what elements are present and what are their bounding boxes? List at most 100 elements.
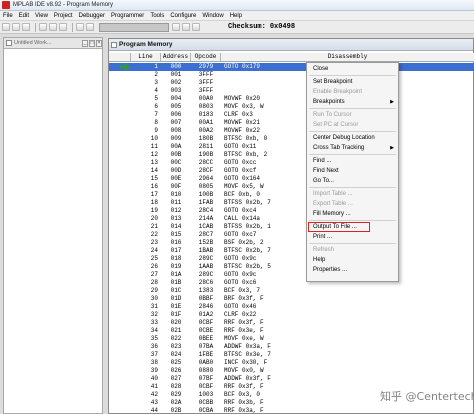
breakpoint-gutter[interactable] (109, 191, 131, 199)
breakpoint-gutter[interactable] (109, 247, 131, 255)
copy-icon[interactable] (49, 23, 57, 31)
table-row[interactable]: 27 01A 289C GOTO 0x9c (109, 271, 474, 279)
table-row[interactable]: 4 003 3FFF (109, 87, 474, 95)
breakpoint-gutter[interactable] (109, 367, 131, 375)
table-row[interactable]: 34 021 0CBE RRF 0x3e, F (109, 327, 474, 335)
breakpoint-gutter[interactable] (109, 271, 131, 279)
breakpoint-gutter[interactable] (109, 103, 131, 111)
table-row[interactable]: 12 00B 190B BTFSC 0xb, 2 (109, 151, 474, 159)
breakpoint-gutter[interactable] (109, 399, 131, 407)
table-row[interactable]: 9 008 00A2 MOVWF 0x22 (109, 127, 474, 135)
table-row[interactable]: 31 01E 2846 GOTO 0x46 (109, 303, 474, 311)
breakpoint-gutter[interactable] (109, 263, 131, 271)
context-menu-item-cross-tab-tracking[interactable]: Cross Tab Tracking ▶ (307, 143, 398, 153)
breakpoint-gutter[interactable] (109, 183, 131, 191)
table-row[interactable]: 14 00D 28CF GOTO 0xcf (109, 167, 474, 175)
open-folder-icon[interactable] (12, 23, 20, 31)
context-menu-item-breakpoints[interactable]: Breakpoints ▶ (307, 97, 398, 107)
table-row[interactable]: 44 02B 0CBA RRF 0x3a, F (109, 407, 474, 414)
breakpoint-gutter[interactable] (109, 303, 131, 311)
menu-help[interactable]: Help (227, 13, 245, 19)
breakpoint-gutter[interactable] (109, 319, 131, 327)
rebuild-icon[interactable] (182, 23, 190, 31)
context-menu-item-center-debug-location[interactable]: Center Debug Location (307, 133, 398, 143)
table-row[interactable]: 16 00F 0805 MOVF 0x5, W (109, 183, 474, 191)
column-header-opcode[interactable]: Opcode (191, 53, 221, 61)
breakpoint-gutter[interactable] (109, 287, 131, 295)
menu-tools[interactable]: Tools (147, 13, 167, 19)
table-row[interactable]: 28 01B 28C6 GOTO 0xc6 (109, 279, 474, 287)
table-row[interactable]: 3 002 3FFF (109, 79, 474, 87)
table-row[interactable]: 22 015 28C7 GOTO 0xc7 (109, 231, 474, 239)
breakpoint-gutter[interactable] (109, 79, 131, 87)
breakpoint-gutter[interactable] (109, 199, 131, 207)
context-menu-item-print[interactable]: Print ... (307, 232, 398, 242)
paste-icon[interactable] (59, 23, 67, 31)
table-row[interactable]: 15 00E 2964 GOTO 0x164 (109, 175, 474, 183)
breakpoint-gutter[interactable] (109, 159, 131, 167)
context-menu-item-help[interactable]: Help (307, 255, 398, 265)
breakpoint-gutter[interactable] (109, 375, 131, 383)
table-row[interactable]: 20 013 214A CALL 0x14a (109, 215, 474, 223)
build-icon[interactable] (172, 23, 180, 31)
breakpoint-gutter[interactable] (109, 311, 131, 319)
breakpoint-gutter[interactable] (109, 223, 131, 231)
print-icon[interactable] (76, 23, 84, 31)
table-row[interactable]: 19 012 28C4 GOTO 0xc4 (109, 207, 474, 215)
column-header-disassembly[interactable]: Disassembly (221, 53, 474, 61)
breakpoint-gutter[interactable] (109, 231, 131, 239)
breakpoint-gutter[interactable] (109, 407, 131, 414)
table-row[interactable]: 29 01C 1383 BCF 0x3, 7 (109, 287, 474, 295)
help-icon[interactable] (86, 23, 94, 31)
breakpoint-gutter[interactable] (109, 71, 131, 79)
table-row[interactable]: 18 011 1FAB BTFSS 0x2b, 7 (109, 199, 474, 207)
context-menu-item-go-to[interactable]: Go To... (307, 176, 398, 186)
minimize-icon[interactable]: _ (82, 39, 88, 47)
breakpoint-gutter[interactable] (109, 279, 131, 287)
breakpoint-gutter[interactable] (109, 63, 131, 71)
menu-file[interactable]: File (0, 13, 16, 19)
breakpoint-gutter[interactable] (109, 95, 131, 103)
table-row[interactable]: 11 00A 2811 GOTO 0x11 (109, 143, 474, 151)
breakpoint-gutter[interactable] (109, 343, 131, 351)
breakpoint-gutter[interactable] (109, 359, 131, 367)
menu-configure[interactable]: Configure (167, 13, 199, 19)
breakpoint-gutter[interactable] (109, 327, 131, 335)
context-menu-item-close[interactable]: Close (307, 64, 398, 74)
menu-programmer[interactable]: Programmer (108, 13, 147, 19)
table-row[interactable]: 30 01D 0BBF BRF 0x3f, F (109, 295, 474, 303)
table-row[interactable]: 24 017 1BAB BTFSC 0x2b, 7 (109, 247, 474, 255)
table-row[interactable]: 5 004 00A0 MOVWF 0x20 (109, 95, 474, 103)
breakpoint-gutter[interactable] (109, 351, 131, 359)
breakpoint-gutter[interactable] (109, 127, 131, 135)
menu-view[interactable]: View (32, 13, 51, 19)
table-row[interactable]: 35 022 0BEE MOVF 0xe, W (109, 335, 474, 343)
close-icon[interactable]: × (96, 39, 102, 47)
breakpoint-gutter[interactable] (109, 255, 131, 263)
cut-icon[interactable] (39, 23, 47, 31)
table-row[interactable]: 40 027 07BF ADDWF 0x3f, F (109, 375, 474, 383)
table-row[interactable]: 26 019 1AAB BTFSC 0x2b, 5 (109, 263, 474, 271)
table-row[interactable]: 8 007 00A1 MOVWF 0x21 (109, 119, 474, 127)
table-row[interactable]: 38 025 0AB0 INCF 0x30, F (109, 359, 474, 367)
table-row[interactable]: 7 006 0183 CLRF 0x3 (109, 111, 474, 119)
breakpoint-gutter[interactable] (109, 215, 131, 223)
save-icon[interactable] (22, 23, 30, 31)
table-row[interactable]: 32 01F 01A2 CLRF 0x22 (109, 311, 474, 319)
table-row[interactable]: 21 014 1CAB BTFSS 0x2b, 1 (109, 223, 474, 231)
table-row[interactable]: 36 023 07BA ADDWF 0x3a, F (109, 343, 474, 351)
breakpoint-gutter[interactable] (109, 295, 131, 303)
table-row[interactable]: 23 016 152B BSF 0x2b, 2 (109, 239, 474, 247)
context-menu-item-find-next[interactable]: Find Next (307, 166, 398, 176)
menu-edit[interactable]: Edit (16, 13, 32, 19)
table-row[interactable]: 1 000 2979 GOTO 0x179 (109, 63, 474, 71)
breakpoint-gutter[interactable] (109, 143, 131, 151)
table-row[interactable]: 10 009 180B BTFSC 0xb, 0 (109, 135, 474, 143)
breakpoint-gutter[interactable] (109, 335, 131, 343)
breakpoint-gutter[interactable] (109, 167, 131, 175)
breakpoint-gutter[interactable] (109, 239, 131, 247)
breakpoint-gutter[interactable] (109, 151, 131, 159)
menu-window[interactable]: Window (199, 13, 226, 19)
table-row[interactable]: 39 026 0880 MOVF 0x0, W (109, 367, 474, 375)
table-row[interactable]: 6 005 0803 MOVF 0x3, W (109, 103, 474, 111)
